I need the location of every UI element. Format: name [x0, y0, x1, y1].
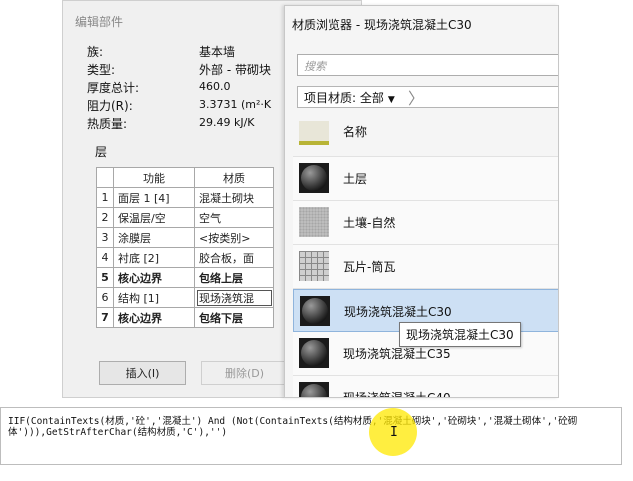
material-sphere-icon — [299, 338, 329, 368]
thumbnail-placeholder-icon — [299, 121, 329, 145]
family-label: 族: — [87, 45, 104, 59]
resistance-label: 阻力(R): — [87, 99, 133, 113]
table-row[interactable]: 7 核心边界 包络下层 — [96, 307, 274, 328]
table-header-row: 功能 材质 — [96, 167, 274, 188]
row-function[interactable]: 核心边界 — [113, 307, 195, 328]
row-material[interactable]: <按类别> — [194, 227, 274, 248]
table-row[interactable]: 6 结构 [1] 现场浇筑混 — [96, 287, 274, 308]
material-sphere-icon — [299, 382, 329, 397]
row-function[interactable]: 结构 [1] — [113, 287, 195, 308]
row-number: 2 — [96, 207, 114, 228]
dropdown-arrow-icon: ▼ — [387, 95, 395, 105]
row-function[interactable]: 保温层/空 — [113, 207, 195, 228]
row-material[interactable]: 混凝土砌块 — [194, 187, 274, 208]
filter-label: 项目材质: 全部 — [304, 91, 384, 105]
material-name: 现场浇筑混凝土C40 — [343, 391, 451, 398]
row-number: 6 — [96, 287, 114, 308]
resistance-value: 3.3731 (m²·K — [199, 98, 272, 111]
material-name: 土壤-自然 — [343, 216, 396, 230]
table-row[interactable]: 1 面层 1 [4] 混凝土砌块 — [96, 187, 274, 208]
formula-editor[interactable]: IIF(ContainTexts(材质,'砼','混凝土') And (Not(… — [0, 407, 622, 465]
tile-texture-icon — [299, 251, 329, 281]
material-sphere-icon — [300, 296, 330, 326]
total-thickness-label: 厚度总计: — [87, 81, 140, 95]
type-value: 外部 - 带砌块 — [199, 63, 271, 77]
row-function[interactable]: 面层 1 [4] — [113, 187, 195, 208]
header-material: 材质 — [194, 167, 274, 188]
row-function[interactable]: 核心边界 — [113, 267, 195, 288]
list-item[interactable]: 瓦片-筒瓦 — [293, 245, 558, 289]
thermal-mass-label: 热质量: — [87, 117, 128, 131]
header-num — [96, 167, 114, 188]
table-row[interactable]: 4 衬底 [2] 胶合板，面 — [96, 247, 274, 268]
row-material[interactable]: 包络下层 — [194, 307, 274, 328]
material-name: 现场浇筑混凝土C35 — [343, 347, 451, 361]
type-label: 类型: — [87, 63, 116, 77]
row-number: 5 — [96, 267, 114, 288]
insert-button[interactable]: 插入(I) — [99, 361, 186, 385]
material-tooltip: 现场浇筑混凝土C30 — [399, 322, 521, 347]
row-number: 7 — [96, 307, 114, 328]
list-item[interactable]: 土壤-自然 — [293, 201, 558, 245]
table-row[interactable]: 3 涂膜层 <按类别> — [96, 227, 274, 248]
row-number: 3 — [96, 227, 114, 248]
row-function[interactable]: 衬底 [2] — [113, 247, 195, 268]
formula-text[interactable]: IIF(ContainTexts(材质,'砼','混凝土') And (Not(… — [8, 416, 606, 438]
row-material[interactable]: 空气 — [194, 207, 274, 228]
row-function[interactable]: 涂膜层 — [113, 227, 195, 248]
dialog-title: 编辑部件 — [75, 15, 124, 29]
row-material[interactable]: 包络上层 — [194, 267, 274, 288]
row-material[interactable]: 现场浇筑混 — [194, 287, 274, 308]
family-value: 基本墙 — [199, 45, 236, 59]
table-row[interactable]: 2 保温层/空 空气 — [96, 207, 274, 228]
material-name: 土层 — [343, 172, 368, 186]
browser-title: 材质浏览器 - 现场浇筑混凝土C30 — [292, 18, 472, 32]
row-number: 1 — [96, 187, 114, 208]
row-material[interactable]: 胶合板，面 — [194, 247, 274, 268]
project-materials-dropdown[interactable]: 项目材质: 全部 ▼ — [304, 89, 395, 106]
list-item[interactable]: 土层 — [293, 157, 558, 201]
layers-table: 功能 材质 1 面层 1 [4] 混凝土砌块 2 保温层/空 空气 3 涂膜层 … — [96, 167, 274, 328]
delete-button[interactable]: 删除(D) — [201, 361, 288, 385]
filter-bar: 项目材质: 全部 ▼ 〉 — [297, 86, 558, 108]
breadcrumb-chevron-icon: 〉 — [408, 89, 425, 108]
material-name: 瓦片-筒瓦 — [343, 260, 396, 274]
name-column-header[interactable]: 名称 — [343, 123, 367, 140]
total-thickness-value: 460.0 — [199, 80, 231, 93]
material-list: 名称 土层 土壤-自然 瓦片-筒瓦 现场浇筑混凝土C30 现场浇筑混凝土C35 … — [293, 111, 558, 398]
table-row[interactable]: 5 核心边界 包络上层 — [96, 267, 274, 288]
material-name: 现场浇筑混凝土C30 — [344, 305, 452, 319]
thermal-mass-value: 29.49 kJ/K — [199, 116, 255, 129]
header-function: 功能 — [113, 167, 195, 188]
row-number: 4 — [96, 247, 114, 268]
search-input[interactable]: 搜索 — [297, 54, 558, 76]
list-item[interactable]: 现场浇筑混凝土C40 — [293, 376, 558, 398]
list-header: 名称 — [293, 111, 558, 157]
soil-texture-icon — [299, 207, 329, 237]
text-cursor-icon: I — [390, 425, 398, 440]
material-sphere-icon — [299, 163, 329, 193]
layers-label: 层 — [95, 145, 108, 159]
